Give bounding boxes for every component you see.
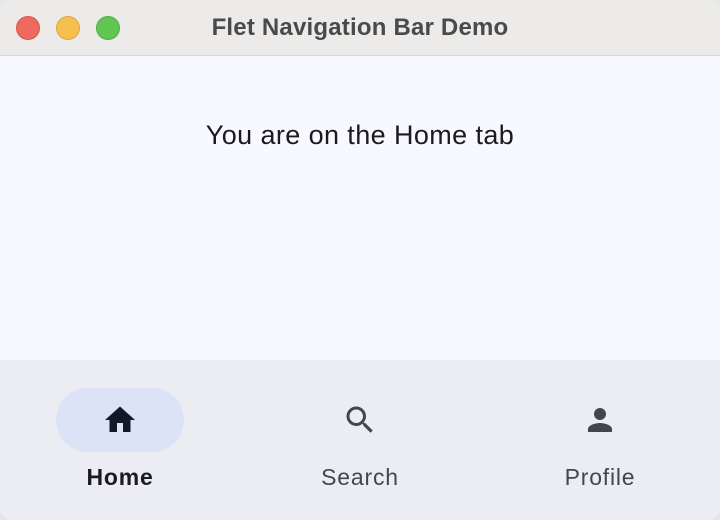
home-icon bbox=[105, 406, 135, 432]
person-icon bbox=[588, 408, 612, 432]
nav-label-search: Search bbox=[321, 464, 399, 490]
navigation-bar: Home Search Profile bbox=[0, 360, 720, 520]
main-content: You are on the Home tab bbox=[0, 56, 720, 360]
app-window: Flet Navigation Bar Demo You are on the … bbox=[0, 0, 720, 520]
nav-label-home: Home bbox=[86, 464, 154, 490]
search-icon bbox=[346, 406, 373, 433]
nav-destination-search[interactable]: Search bbox=[240, 360, 480, 520]
nav-destination-profile[interactable]: Profile bbox=[480, 360, 720, 520]
current-tab-message: You are on the Home tab bbox=[205, 120, 515, 150]
window-title: Flet Navigation Bar Demo bbox=[211, 14, 509, 41]
nav-destination-home[interactable]: Home bbox=[0, 360, 240, 520]
title-bar[interactable]: Flet Navigation Bar Demo bbox=[0, 0, 720, 56]
nav-label-profile: Profile bbox=[564, 464, 636, 490]
